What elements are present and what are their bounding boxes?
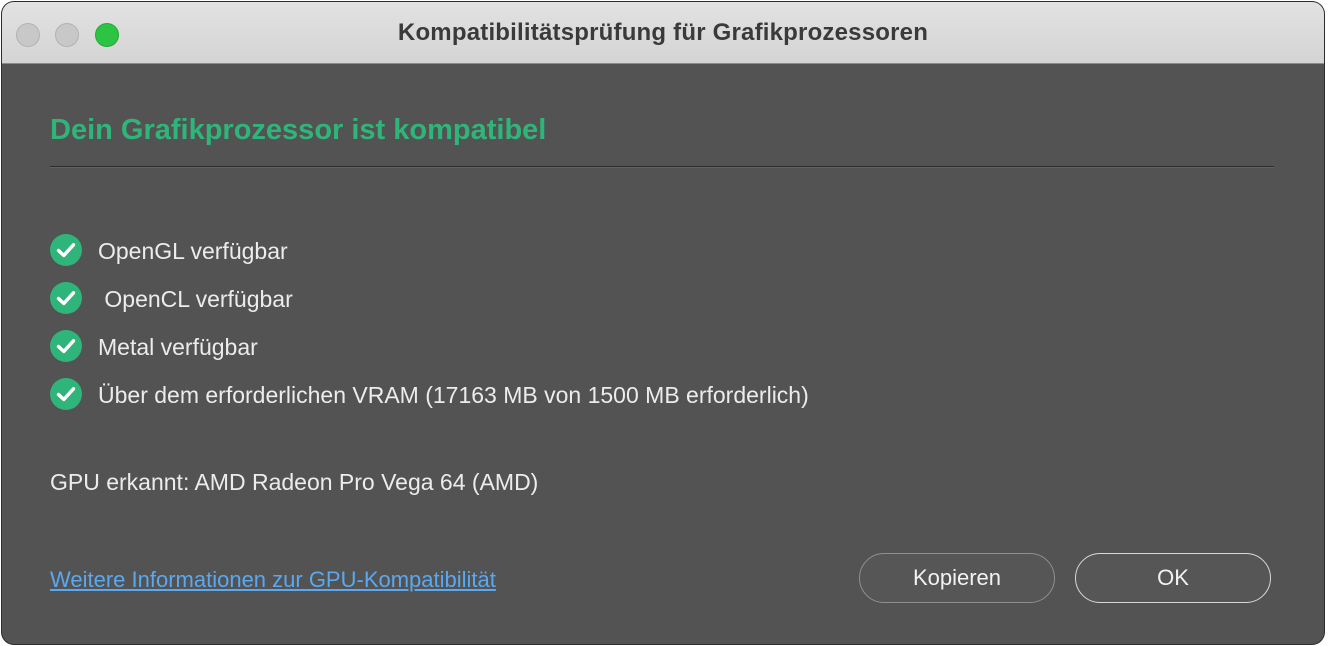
copy-button[interactable]: Kopieren [859, 553, 1055, 603]
check-label-opengl: OpenGL verfügbar [98, 238, 288, 264]
gpu-compatibility-info-link[interactable]: Weitere Informationen zur GPU-Kompatibil… [50, 567, 496, 593]
check-circle-icon [50, 234, 82, 266]
check-label-opencl: OpenCL verfügbar [98, 286, 293, 312]
window-title: Kompatibilitätsprüfung für Grafikprozess… [397, 19, 929, 46]
ok-button[interactable]: OK [1075, 553, 1271, 603]
compatibility-heading: Dein Grafikprozessor ist kompatibel [50, 114, 547, 146]
gpu-detected-text: GPU erkannt: AMD Radeon Pro Vega 64 (AMD… [50, 469, 539, 495]
check-circle-icon [50, 282, 82, 314]
heading-divider [50, 166, 1274, 168]
check-label-metal: Metal verfügbar [98, 334, 258, 360]
title-bar: Kompatibilitätsprüfung für Grafikprozess… [2, 2, 1324, 64]
gpu-compatibility-window: Kompatibilitätsprüfung für Grafikprozess… [2, 2, 1324, 644]
check-circle-icon [50, 378, 82, 410]
check-circle-icon [50, 330, 82, 362]
check-label-vram: Über dem erforderlichen VRAM (17163 MB v… [98, 382, 809, 408]
